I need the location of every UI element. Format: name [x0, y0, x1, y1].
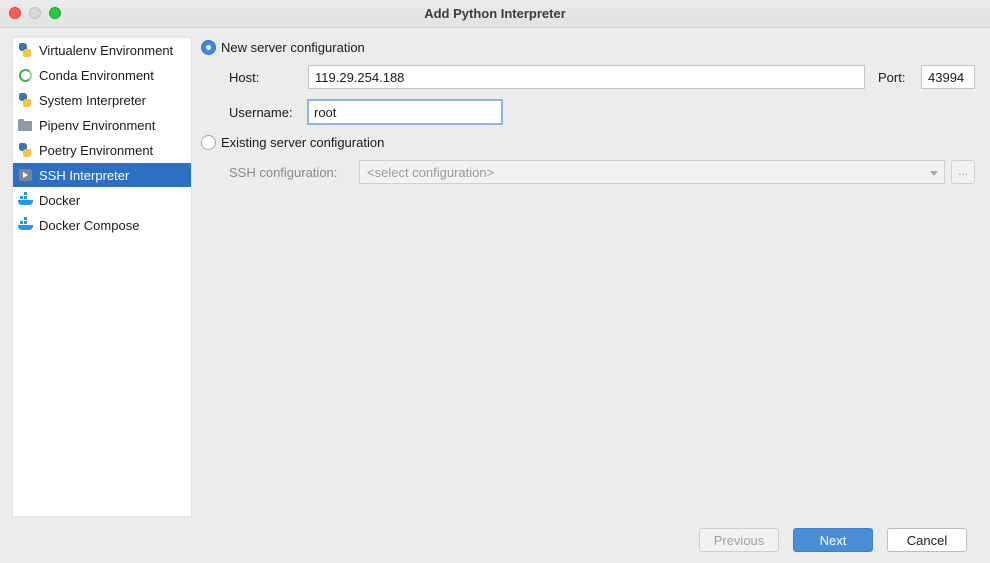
- sidebar-item-poetry[interactable]: Poetry Environment: [13, 138, 191, 162]
- sidebar-item-label: Docker: [39, 192, 81, 208]
- sidebar-item-docker[interactable]: Docker: [13, 188, 191, 212]
- ssh-configuration-select[interactable]: <select configuration>: [359, 160, 945, 184]
- new-server-radio[interactable]: [201, 40, 216, 55]
- host-label: Host:: [229, 70, 260, 85]
- sidebar-item-label: System Interpreter: [39, 92, 146, 108]
- port-label: Port:: [878, 70, 906, 85]
- existing-server-radio[interactable]: [201, 135, 216, 150]
- cancel-button[interactable]: Cancel: [887, 528, 967, 552]
- docker-icon: [17, 217, 33, 233]
- sidebar-item-label: SSH Interpreter: [39, 167, 130, 183]
- sidebar-item-label: Pipenv Environment: [39, 117, 156, 133]
- sidebar-item-system-interpreter[interactable]: System Interpreter: [13, 88, 191, 112]
- username-input[interactable]: [307, 99, 503, 125]
- sidebar-item-conda[interactable]: Conda Environment: [13, 63, 191, 87]
- existing-server-label: Existing server configuration: [221, 135, 385, 150]
- previous-button[interactable]: Previous: [699, 528, 779, 552]
- folder-icon: [17, 117, 33, 133]
- python-icon: [17, 142, 33, 158]
- browse-ssh-configuration-button[interactable]: ...: [951, 160, 975, 184]
- sidebar-item-label: Conda Environment: [39, 67, 154, 83]
- sidebar-item-docker-compose[interactable]: Docker Compose: [13, 213, 191, 237]
- ssh-icon: [17, 167, 33, 183]
- new-server-label: New server configuration: [221, 40, 365, 55]
- sidebar-item-ssh-interpreter[interactable]: SSH Interpreter: [13, 163, 191, 187]
- sidebar-item-label: Docker Compose: [39, 217, 140, 233]
- host-input[interactable]: [308, 65, 865, 89]
- next-button[interactable]: Next: [793, 528, 873, 552]
- title-bar: Add Python Interpreter: [0, 0, 990, 28]
- python-icon: [17, 42, 33, 58]
- ssh-configuration-placeholder: <select configuration>: [367, 164, 495, 180]
- port-input[interactable]: [921, 65, 975, 89]
- sidebar-item-label: Poetry Environment: [39, 142, 154, 158]
- sidebar-item-label: Virtualenv Environment: [39, 42, 174, 58]
- chevron-down-icon: [930, 171, 938, 176]
- username-label: Username:: [229, 105, 293, 120]
- sidebar-item-virtualenv[interactable]: Virtualenv Environment: [13, 38, 191, 62]
- window-title: Add Python Interpreter: [424, 6, 566, 21]
- conda-icon: [17, 67, 33, 83]
- interpreter-type-list: Virtualenv Environment Conda Environment…: [12, 37, 192, 517]
- ssh-configuration-label: SSH configuration:: [229, 165, 338, 180]
- sidebar-item-pipenv[interactable]: Pipenv Environment: [13, 113, 191, 137]
- python-icon: [17, 92, 33, 108]
- docker-icon: [17, 192, 33, 208]
